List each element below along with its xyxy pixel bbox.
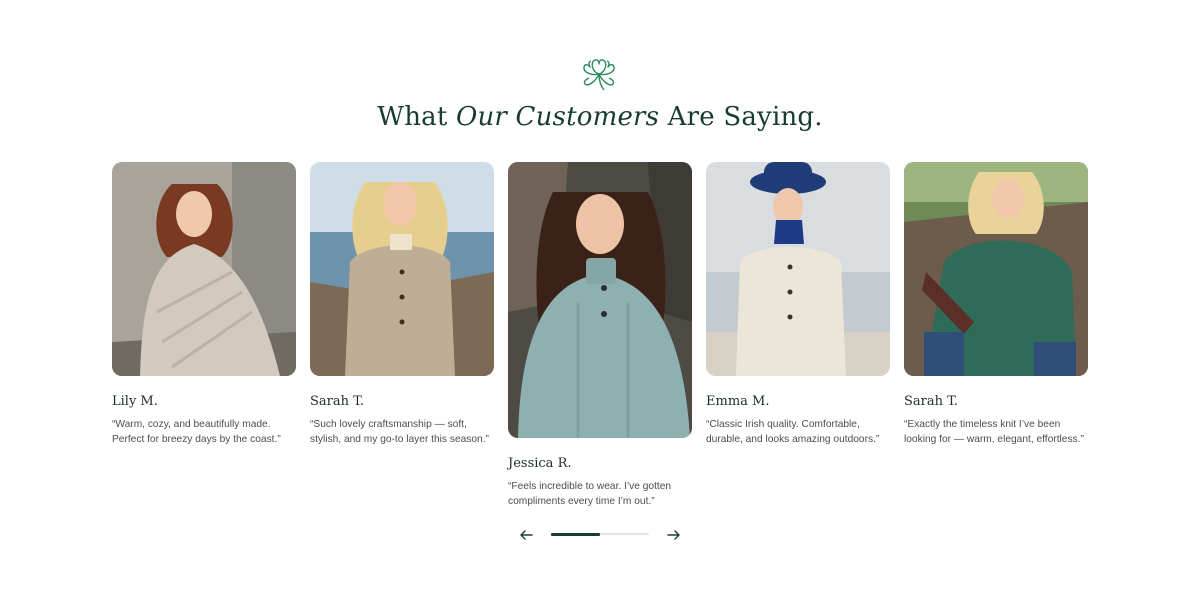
carousel-progress-fill xyxy=(551,532,600,536)
arrow-right-icon[interactable] xyxy=(665,526,683,544)
customer-name: Emma M. xyxy=(706,394,770,409)
customer-quote: “Exactly the timeless knit I’ve been loo… xyxy=(904,419,1084,445)
customer-name: Sarah T. xyxy=(904,394,959,409)
customer-quote: “Feels incredible to wear. I’ve gotten c… xyxy=(508,481,672,507)
customer-name: Sarah T. xyxy=(310,394,365,409)
customer-photo xyxy=(112,162,296,376)
shamrock-icon xyxy=(583,59,615,91)
customer-photo xyxy=(508,162,692,438)
heading-text-start: What xyxy=(377,102,456,132)
customer-name: Lily M. xyxy=(112,394,158,409)
customer-photo xyxy=(904,162,1088,376)
carousel-nav xyxy=(0,526,1200,546)
customer-name: Jessica R. xyxy=(508,456,572,471)
testimonial-card-featured: Jessica R. “Feels incredible to wear. I’… xyxy=(508,162,692,509)
testimonial-card: Emma M. “Classic Irish quality. Comforta… xyxy=(706,162,890,447)
heading-text-emphasis: Our Customers xyxy=(455,102,660,132)
testimonial-card: Sarah T. “Such lovely craftsmanship — so… xyxy=(310,162,494,447)
carousel-progress-track[interactable] xyxy=(551,532,649,536)
customer-photo xyxy=(310,162,494,376)
testimonial-card: Sarah T. “Exactly the timeless knit I’ve… xyxy=(904,162,1088,447)
customer-photo xyxy=(706,162,890,376)
section-heading: What Our Customers Are Saying. xyxy=(0,102,1200,132)
customer-quote: “Warm, cozy, and beautifully made. Perfe… xyxy=(112,419,281,445)
arrow-left-icon[interactable] xyxy=(517,526,535,544)
customer-quote: “Classic Irish quality. Comfortable, dur… xyxy=(706,419,880,445)
customer-quote: “Such lovely craftsmanship — soft, styli… xyxy=(310,419,489,445)
testimonial-card: Lily M. “Warm, cozy, and beautifully mad… xyxy=(112,162,296,447)
heading-text-end: Are Saying. xyxy=(659,102,823,132)
testimonials-section: What Our Customers Are Saying. Lily M. “… xyxy=(0,0,1200,600)
